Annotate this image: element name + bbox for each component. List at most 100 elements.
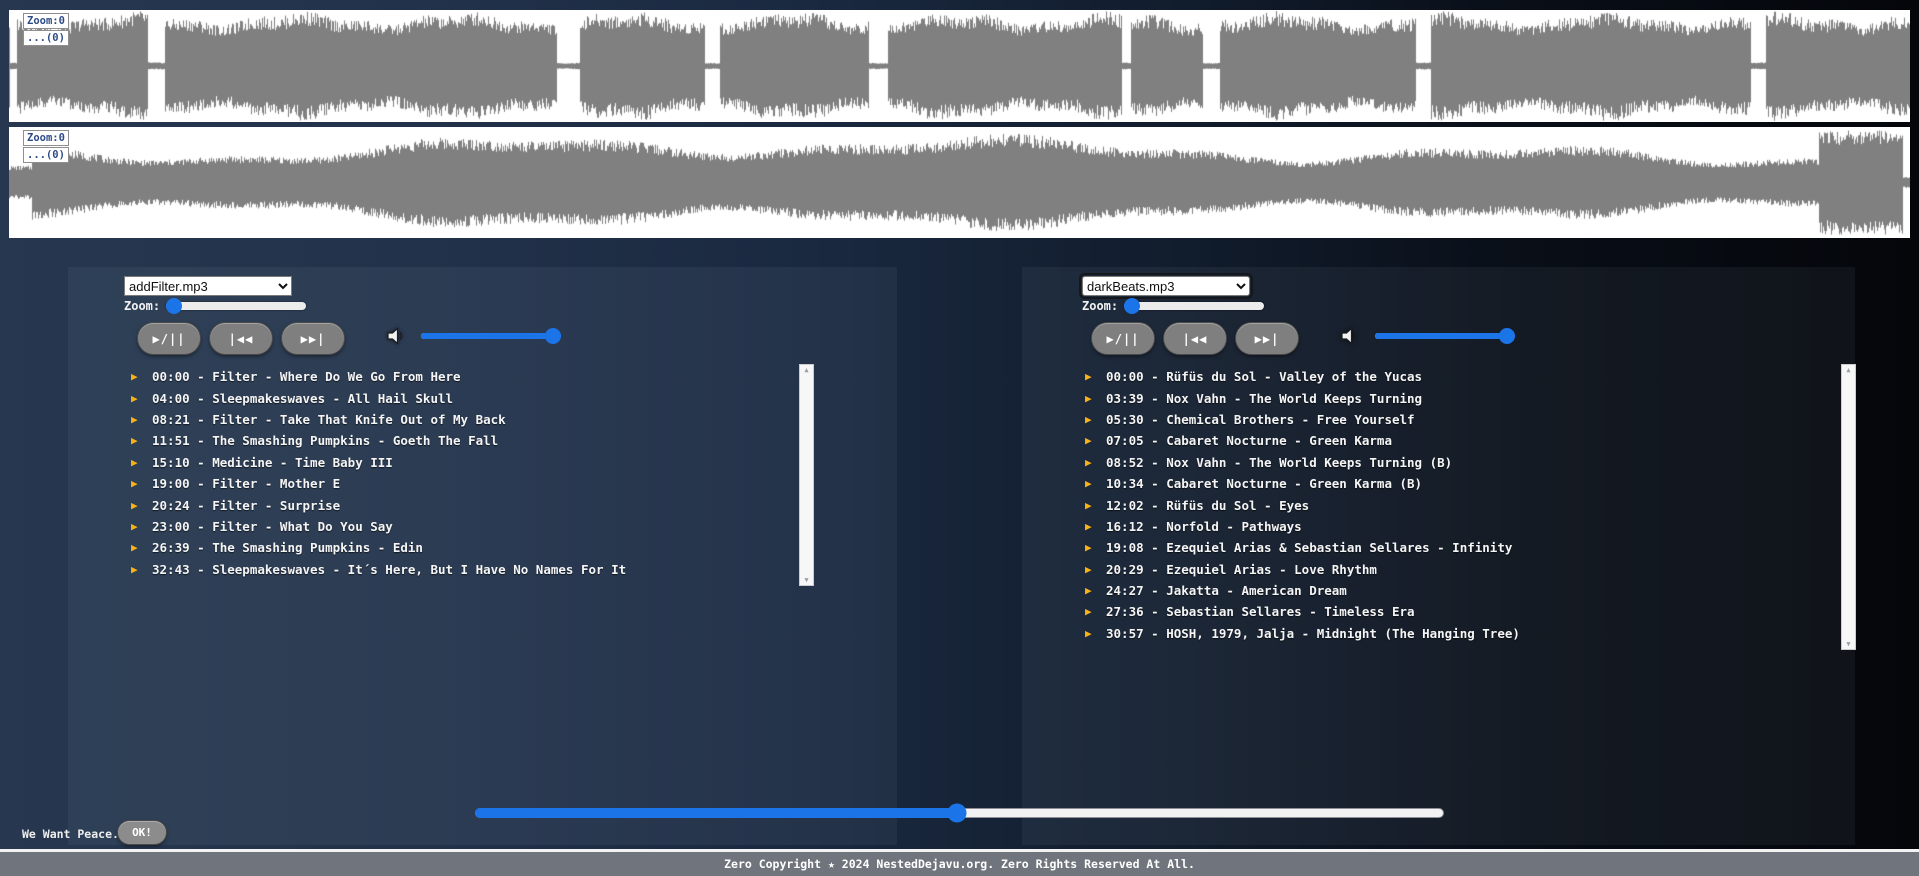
track-row[interactable]: ▶ 27:36 - Sebastian Sellares - Timeless … (1085, 601, 1750, 622)
track-label: 32:43 - Sleepmakeswaves - It´s Here, But… (152, 562, 626, 577)
play-triangle-icon[interactable]: ▶ (131, 500, 145, 511)
play-triangle-icon[interactable]: ▶ (1085, 457, 1099, 468)
waveform-canvas-deck-a[interactable] (9, 10, 1910, 122)
track-row[interactable]: ▶ 12:02 - Rüfüs du Sol - Eyes (1085, 494, 1750, 515)
track-row[interactable]: ▶ 30:57 - HOSH, 1979, Jalja - Midnight (… (1085, 623, 1750, 644)
waveform-canvas-deck-b[interactable] (9, 127, 1910, 238)
play-triangle-icon[interactable]: ▶ (1085, 414, 1099, 425)
transport-row-left: ▶/|| |◀◀ ▶▶| (138, 323, 344, 354)
track-label: 12:02 - Rüfüs du Sol - Eyes (1106, 498, 1309, 513)
play-triangle-icon[interactable]: ▶ (131, 371, 145, 382)
track-row[interactable]: ▶ 19:00 - Filter - Mother E (131, 473, 796, 494)
scroll-down-icon[interactable]: ▼ (1846, 639, 1850, 649)
forward-button[interactable]: ▶▶| (282, 323, 344, 354)
play-triangle-icon[interactable]: ▶ (131, 414, 145, 425)
track-row[interactable]: ▶ 08:52 - Nox Vahn - The World Keeps Tur… (1085, 452, 1750, 473)
track-row[interactable]: ▶ 24:27 - Jakatta - American Dream (1085, 580, 1750, 601)
track-label: 19:08 - Ezequiel Arias & Sebastian Sella… (1106, 540, 1512, 555)
volume-slider-thumb[interactable] (1499, 328, 1515, 344)
track-row[interactable]: ▶ 00:00 - Rüfüs du Sol - Valley of the Y… (1085, 366, 1750, 387)
rewind-button[interactable]: |◀◀ (1164, 323, 1226, 354)
track-row[interactable]: ▶ 20:24 - Filter - Surprise (131, 494, 796, 515)
track-label: 23:00 - Filter - What Do You Say (152, 519, 393, 534)
track-row[interactable]: ▶ 08:21 - Filter - Take That Knife Out o… (131, 409, 796, 430)
play-triangle-icon[interactable]: ▶ (1085, 500, 1099, 511)
play-triangle-icon[interactable]: ▶ (1085, 478, 1099, 489)
waveform-display-deck-b: Zoom:0 ...(0) (9, 127, 1910, 238)
track-row[interactable]: ▶ 10:34 - Cabaret Nocturne - Green Karma… (1085, 473, 1750, 494)
crossfader-slider[interactable] (475, 804, 1444, 822)
play-triangle-icon[interactable]: ▶ (131, 457, 145, 468)
transport-row-right: ▶/|| |◀◀ ▶▶| (1092, 323, 1298, 354)
play-triangle-icon[interactable]: ▶ (131, 478, 145, 489)
file-select-right[interactable]: darkBeats.mp3 (1082, 276, 1250, 296)
play-triangle-icon[interactable]: ▶ (131, 521, 145, 532)
track-row[interactable]: ▶ 11:51 - The Smashing Pumpkins - Goeth … (131, 430, 796, 451)
track-row[interactable]: ▶ 15:10 - Medicine - Time Baby III (131, 452, 796, 473)
track-row[interactable]: ▶ 03:39 - Nox Vahn - The World Keeps Tur… (1085, 387, 1750, 408)
volume-slider-right[interactable] (1375, 328, 1515, 344)
track-row[interactable]: ▶ 26:39 - The Smashing Pumpkins - Edin (131, 537, 796, 558)
tracklist-scrollbar-right[interactable]: ▲ ▼ (1841, 364, 1856, 650)
scroll-up-icon[interactable]: ▲ (804, 365, 808, 375)
tracklist-right: ▶ 00:00 - Rüfüs du Sol - Valley of the Y… (1085, 366, 1750, 644)
zoom-slider-left[interactable] (166, 298, 306, 314)
waveform-markers-button[interactable]: ...(0) (23, 30, 69, 46)
play-triangle-icon[interactable]: ▶ (1085, 585, 1099, 596)
track-label: 24:27 - Jakatta - American Dream (1106, 583, 1347, 598)
forward-button[interactable]: ▶▶| (1236, 323, 1298, 354)
file-select-left[interactable]: addFilter.mp3 (124, 276, 292, 296)
play-triangle-icon[interactable]: ▶ (1085, 371, 1099, 382)
crossfader-thumb[interactable] (947, 804, 966, 823)
zoom-slider-right[interactable] (1124, 298, 1264, 314)
play-triangle-icon[interactable]: ▶ (1085, 542, 1099, 553)
track-label: 19:00 - Filter - Mother E (152, 476, 340, 491)
volume-slider-fill (421, 333, 561, 339)
copyright-text: Zero Copyright ★ 2024 NestedDejavu.org. … (724, 857, 1195, 871)
track-label: 20:29 - Ezequiel Arias - Love Rhythm (1106, 562, 1377, 577)
track-label: 07:05 - Cabaret Nocturne - Green Karma (1106, 433, 1392, 448)
play-pause-button[interactable]: ▶/|| (138, 323, 200, 354)
play-triangle-icon[interactable]: ▶ (1085, 564, 1099, 575)
track-row[interactable]: ▶ 19:08 - Ezequiel Arias & Sebastian Sel… (1085, 537, 1750, 558)
zoom-slider-thumb[interactable] (166, 298, 182, 314)
track-row[interactable]: ▶ 00:00 - Filter - Where Do We Go From H… (131, 366, 796, 387)
track-label: 26:39 - The Smashing Pumpkins - Edin (152, 540, 423, 555)
zoom-slider-track (1124, 302, 1264, 310)
tracklist-scrollbar-left[interactable]: ▲ ▼ (799, 364, 814, 586)
track-row[interactable]: ▶ 04:00 - Sleepmakeswaves - All Hail Sku… (131, 387, 796, 408)
track-label: 08:52 - Nox Vahn - The World Keeps Turni… (1106, 455, 1452, 470)
track-row[interactable]: ▶ 32:43 - Sleepmakeswaves - It´s Here, B… (131, 559, 796, 580)
track-label: 05:30 - Chemical Brothers - Free Yoursel… (1106, 412, 1415, 427)
zoom-label: Zoom: (124, 299, 160, 313)
play-triangle-icon[interactable]: ▶ (131, 435, 145, 446)
scroll-up-icon[interactable]: ▲ (1846, 365, 1850, 375)
track-label: 08:21 - Filter - Take That Knife Out of … (152, 412, 506, 427)
play-triangle-icon[interactable]: ▶ (1085, 393, 1099, 404)
volume-slider-left[interactable] (421, 328, 561, 344)
zoom-slider-thumb[interactable] (1124, 298, 1140, 314)
volume-slider-thumb[interactable] (545, 328, 561, 344)
track-label: 03:39 - Nox Vahn - The World Keeps Turni… (1106, 391, 1422, 406)
track-label: 15:10 - Medicine - Time Baby III (152, 455, 393, 470)
track-row[interactable]: ▶ 20:29 - Ezequiel Arias - Love Rhythm (1085, 559, 1750, 580)
rewind-button[interactable]: |◀◀ (210, 323, 272, 354)
play-triangle-icon[interactable]: ▶ (131, 542, 145, 553)
play-triangle-icon[interactable]: ▶ (1085, 521, 1099, 532)
play-triangle-icon[interactable]: ▶ (1085, 628, 1099, 639)
track-row[interactable]: ▶ 23:00 - Filter - What Do You Say (131, 516, 796, 537)
track-row[interactable]: ▶ 16:12 - Norfold - Pathways (1085, 516, 1750, 537)
track-row[interactable]: ▶ 05:30 - Chemical Brothers - Free Yours… (1085, 409, 1750, 430)
play-pause-button[interactable]: ▶/|| (1092, 323, 1154, 354)
ok-button[interactable]: OK! (118, 821, 166, 844)
play-triangle-icon[interactable]: ▶ (1085, 606, 1099, 617)
waveform-markers-button[interactable]: ...(0) (23, 147, 69, 163)
footer-bar: Zero Copyright ★ 2024 NestedDejavu.org. … (0, 852, 1919, 876)
scroll-down-icon[interactable]: ▼ (804, 575, 808, 585)
track-label: 00:00 - Rüfüs du Sol - Valley of the Yuc… (1106, 369, 1422, 384)
play-triangle-icon[interactable]: ▶ (1085, 435, 1099, 446)
play-triangle-icon[interactable]: ▶ (131, 564, 145, 575)
track-row[interactable]: ▶ 07:05 - Cabaret Nocturne - Green Karma (1085, 430, 1750, 451)
play-triangle-icon[interactable]: ▶ (131, 393, 145, 404)
volume-row-right (1339, 325, 1515, 347)
